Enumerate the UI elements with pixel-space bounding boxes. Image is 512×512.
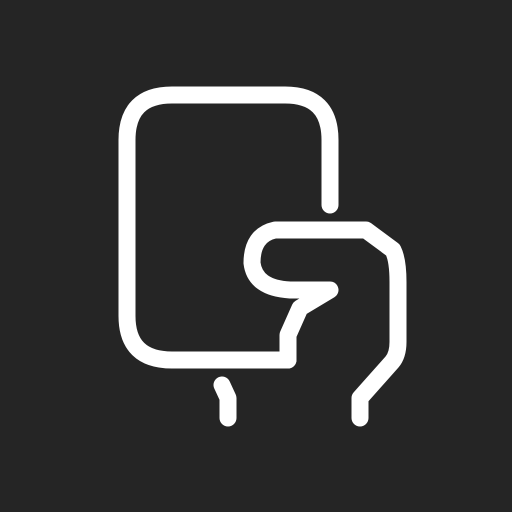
hand-holding-phone-icon: [118, 86, 407, 427]
icon-canvas: [0, 0, 512, 512]
hand-fingers: [243, 221, 407, 427]
wrist-stub: [213, 376, 237, 427]
